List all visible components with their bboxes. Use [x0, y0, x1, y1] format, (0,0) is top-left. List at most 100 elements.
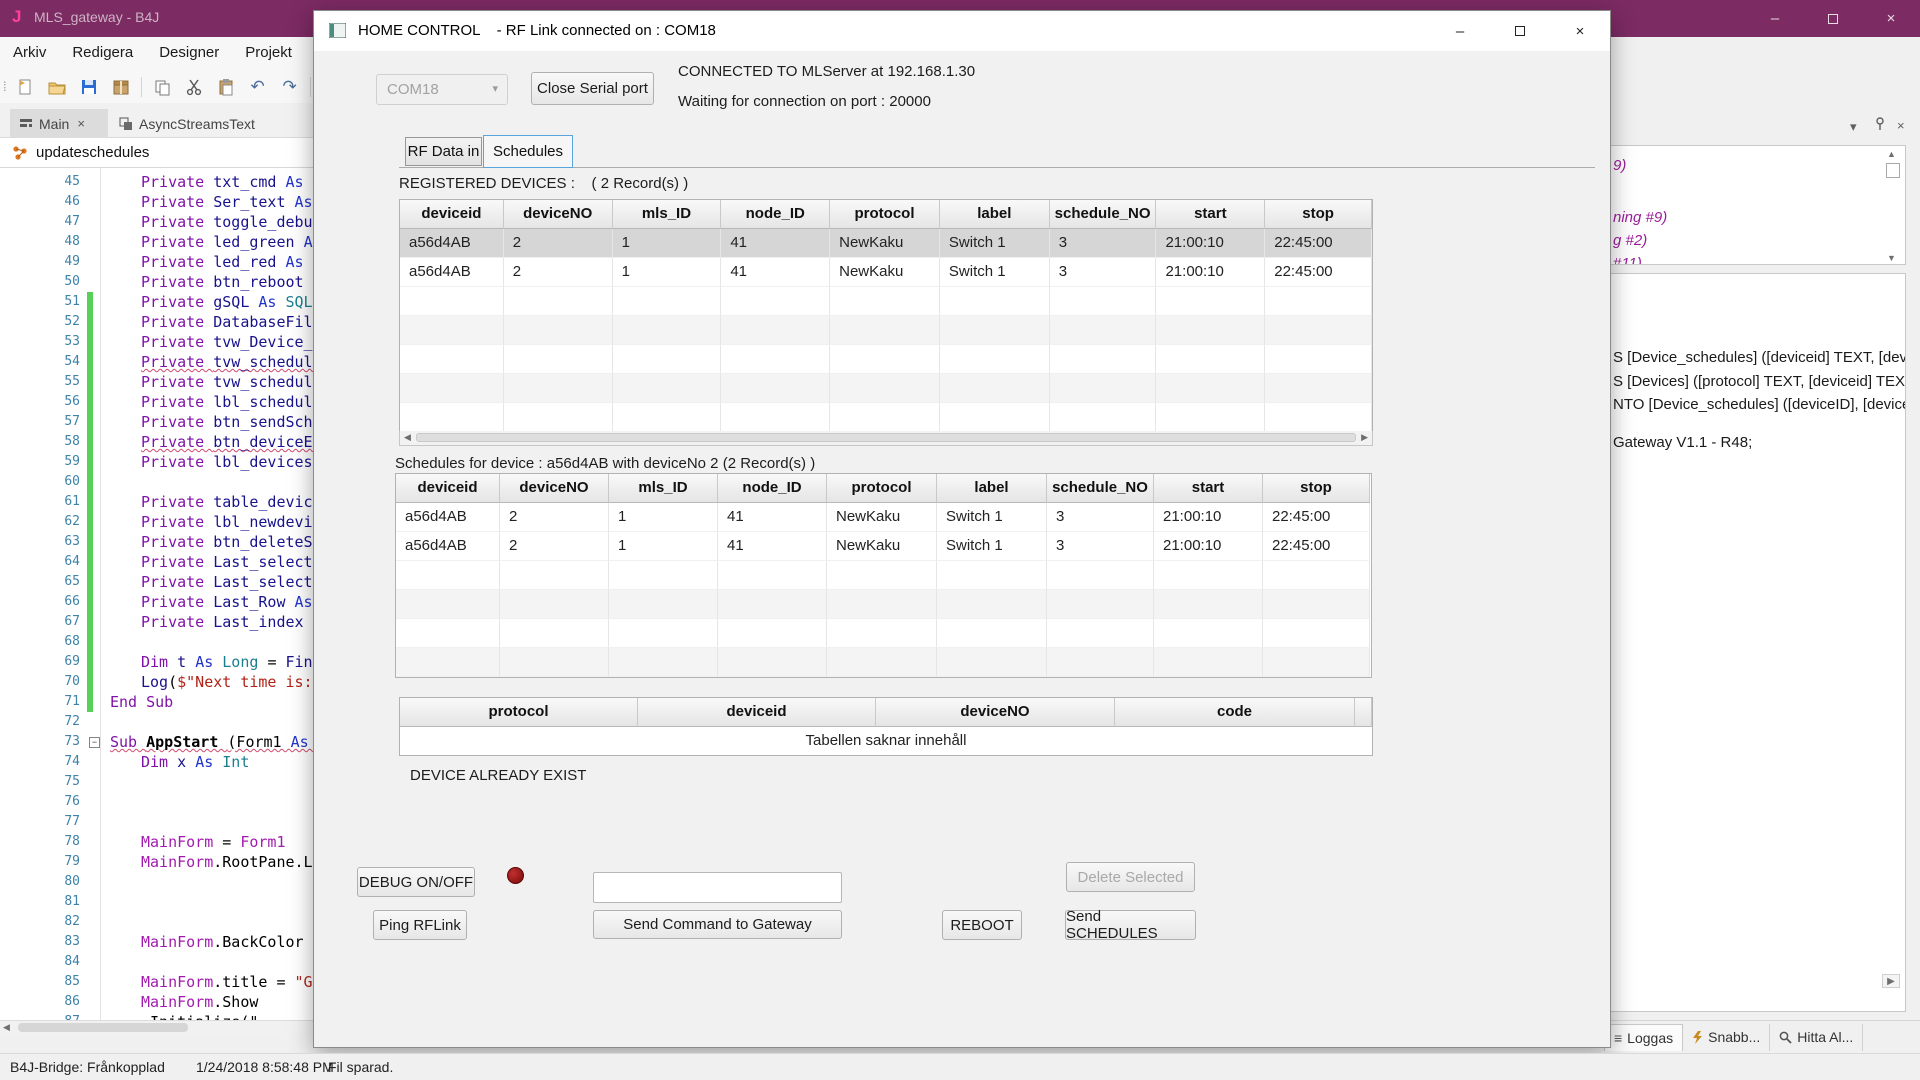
toolbar-separator — [310, 77, 311, 97]
column-header[interactable]: deviceNO — [500, 474, 609, 503]
column-header[interactable]: stop — [1263, 474, 1370, 503]
command-input[interactable] — [593, 872, 842, 903]
dialog-maximize-button[interactable] — [1490, 11, 1550, 51]
column-header[interactable]: schedule_NO — [1050, 200, 1157, 229]
column-header[interactable]: start — [1156, 200, 1265, 229]
column-header[interactable]: start — [1154, 474, 1263, 503]
dialog-minimize-button[interactable]: – — [1430, 11, 1490, 51]
table-empty-row[interactable] — [400, 316, 1372, 345]
paste-button[interactable] — [213, 76, 239, 98]
close-serial-port-button[interactable]: Close Serial port — [531, 72, 654, 105]
menu-item-arkiv[interactable]: Arkiv — [0, 37, 59, 61]
menu-item-redigera[interactable]: Redigera — [59, 37, 146, 61]
column-header[interactable]: label — [940, 200, 1050, 229]
column-header[interactable]: schedule_NO — [1047, 474, 1154, 503]
new-file-button[interactable] — [12, 76, 38, 98]
ping-rflink-button[interactable]: Ping RFLink — [373, 910, 467, 940]
com-port-select[interactable]: COM18 ▾ — [376, 74, 508, 105]
panel-close-icon[interactable]: × — [1897, 118, 1905, 133]
scroll-left-icon[interactable]: ◀ — [404, 432, 411, 443]
table-empty-row[interactable] — [400, 374, 1372, 403]
tab-loggas[interactable]: ≡ Loggas — [1604, 1024, 1683, 1051]
table-row[interactable]: a56d4AB2141NewKakuSwitch 1321:00:1022:45… — [396, 503, 1371, 532]
table-empty-row[interactable] — [400, 345, 1372, 374]
tab-main[interactable]: Main × — [10, 109, 108, 138]
debug-toggle-button[interactable]: DEBUG ON/OFF — [357, 867, 475, 897]
table-cell — [937, 619, 1047, 648]
scroll-right-icon[interactable]: ▶ — [1882, 974, 1900, 988]
table-empty-row[interactable] — [396, 590, 1371, 619]
log-vertical-scrollbar[interactable]: ▲ ▼ — [1885, 146, 1902, 265]
table-cell — [1050, 316, 1157, 345]
table-row[interactable]: a56d4AB2141NewKakuSwitch 1321:00:1022:45… — [400, 258, 1372, 287]
tab-hitta[interactable]: Hitta Al... — [1770, 1024, 1863, 1051]
table-empty-row[interactable] — [396, 619, 1371, 648]
menu-item-designer[interactable]: Designer — [146, 37, 232, 61]
dialog-titlebar[interactable]: HOME CONTROL - RF Link connected on : CO… — [314, 11, 1610, 51]
code-text: Private table_devices — [141, 492, 331, 512]
column-header[interactable]: mls_ID — [609, 474, 718, 503]
send-schedules-button[interactable]: Send SCHEDULES — [1065, 910, 1196, 940]
dialog-close-button[interactable]: × — [1550, 11, 1610, 51]
table-empty-row[interactable] — [396, 561, 1371, 590]
column-header[interactable]: deviceid — [638, 698, 876, 727]
scroll-left-icon[interactable]: ◀ — [3, 1022, 10, 1033]
package-button[interactable] — [108, 76, 134, 98]
ide-minimize-button[interactable]: – — [1746, 0, 1804, 37]
scroll-down-icon[interactable]: ▼ — [1887, 253, 1896, 263]
copy-button[interactable] — [149, 76, 175, 98]
column-header[interactable]: node_ID — [718, 474, 827, 503]
log-output-top[interactable]: 9)ning #9)g #2)#11) ▲ ▼ — [1604, 145, 1906, 265]
delete-selected-button[interactable]: Delete Selected — [1066, 862, 1195, 892]
column-header[interactable]: deviceid — [400, 200, 504, 229]
registered-devices-label: REGISTERED DEVICES : ( 2 Record(s) ) — [399, 175, 688, 192]
cut-button[interactable] — [181, 76, 207, 98]
column-header[interactable]: protocol — [827, 474, 937, 503]
scroll-right-icon[interactable]: ▶ — [1361, 432, 1368, 443]
column-header[interactable]: protocol — [830, 200, 940, 229]
fold-collapse-icon[interactable]: − — [89, 737, 100, 748]
column-header[interactable]: deviceNO — [504, 200, 613, 229]
reboot-button[interactable]: REBOOT — [942, 910, 1022, 940]
logs-panel[interactable]: ▾ × 9)ning #9)g #2)#11) ▲ ▼ S [Device_sc… — [1604, 37, 1920, 1053]
column-header[interactable]: mls_ID — [613, 200, 722, 229]
open-project-button[interactable] — [44, 76, 70, 98]
table-row[interactable]: a56d4AB2141NewKakuSwitch 1321:00:1022:45… — [400, 229, 1372, 258]
device-schedules-table[interactable]: deviceiddeviceNOmls_IDnode_IDprotocollab… — [395, 473, 1372, 678]
column-header[interactable]: stop — [1265, 200, 1372, 229]
menu-item-projekt[interactable]: Projekt — [232, 37, 305, 61]
table-empty-row[interactable] — [400, 403, 1372, 432]
table-empty-row[interactable] — [400, 287, 1372, 316]
column-header[interactable]: label — [937, 474, 1047, 503]
tab-schedules[interactable]: Schedules — [483, 135, 573, 168]
column-header[interactable]: deviceid — [396, 474, 500, 503]
table-horizontal-scrollbar[interactable]: ◀ ▶ — [399, 431, 1373, 446]
scrollbar-thumb[interactable] — [18, 1023, 188, 1032]
ide-maximize-button[interactable] — [1804, 0, 1862, 37]
registered-devices-table[interactable]: deviceiddeviceNOmls_IDnode_IDprotocollab… — [399, 199, 1373, 433]
column-header[interactable]: node_ID — [721, 200, 830, 229]
send-command-button[interactable]: Send Command to Gateway — [593, 910, 842, 939]
ide-close-button[interactable]: × — [1862, 0, 1920, 37]
log-output-main[interactable]: S [Device_schedules] ([deviceid] TEXT, [… — [1604, 273, 1906, 1012]
column-header[interactable]: code — [1115, 698, 1355, 727]
tab-snabb[interactable]: Snabb... — [1683, 1024, 1770, 1051]
scroll-up-icon[interactable]: ▲ — [1887, 149, 1896, 159]
table-empty-row[interactable] — [396, 648, 1371, 677]
undo-button[interactable]: ↶ — [245, 76, 271, 98]
tab-close-icon[interactable]: × — [77, 116, 85, 131]
scrollbar-thumb[interactable] — [1886, 163, 1900, 178]
toolbar-drag-handle[interactable]: ⁞ — [3, 79, 5, 94]
redo-button[interactable]: ↷ — [277, 76, 303, 98]
panel-pin-icon[interactable] — [1874, 117, 1886, 134]
column-header[interactable]: deviceNO — [876, 698, 1115, 727]
save-button[interactable] — [76, 76, 102, 98]
column-header[interactable]: protocol — [400, 698, 638, 727]
panel-chevron-down-icon[interactable]: ▾ — [1850, 119, 1857, 135]
table-row[interactable]: a56d4AB2141NewKakuSwitch 1321:00:1022:45… — [396, 532, 1371, 561]
tab-rf-data-in[interactable]: RF Data in — [405, 137, 482, 166]
scrollbar-thumb[interactable] — [416, 433, 1356, 442]
tab-asyncstreamstext[interactable]: AsyncStreamsText — [110, 109, 288, 138]
codes-table[interactable]: protocoldeviceiddeviceNOcodeTabellen sak… — [399, 697, 1373, 756]
table-cell — [500, 590, 609, 619]
